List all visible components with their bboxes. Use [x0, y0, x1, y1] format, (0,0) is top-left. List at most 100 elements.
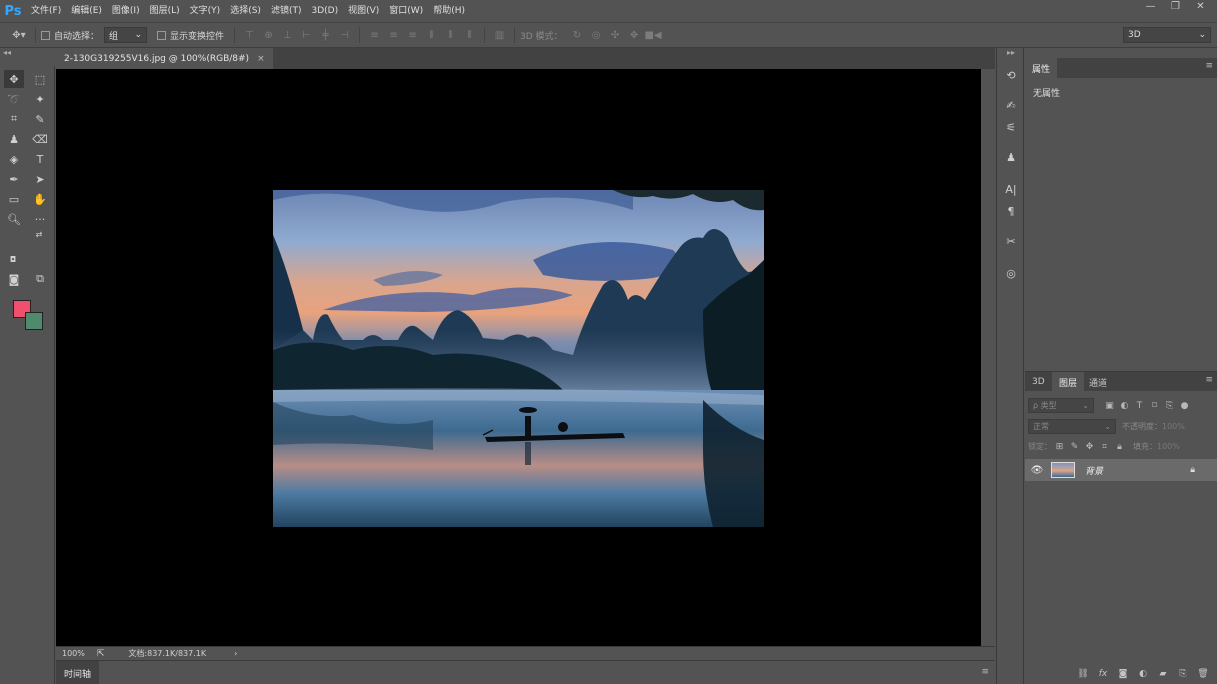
auto-align-icon[interactable]: ▥ [490, 26, 509, 44]
lock-transparent-icon[interactable]: ⊞ [1052, 439, 1067, 454]
tab-layers[interactable]: 图层 [1052, 372, 1085, 392]
auto-select-checkbox[interactable] [41, 30, 50, 40]
eraser-icon[interactable]: ⌫ [30, 130, 50, 148]
distribute-hcenter-icon[interactable]: ⦀ [441, 26, 460, 44]
3d-drag-icon[interactable]: ✣ [606, 26, 625, 44]
menu-file[interactable]: 文件(F) [26, 0, 66, 22]
minimize-button[interactable]: — [1138, 0, 1163, 14]
3d-roll-icon[interactable]: ◎ [587, 26, 606, 44]
align-hcenter-icon[interactable]: ╪ [316, 26, 335, 44]
hand-tool-icon[interactable]: ✋ [30, 190, 50, 208]
show-transform-checkbox[interactable] [157, 30, 167, 40]
align-right-icon[interactable]: ⊣ [335, 26, 354, 44]
menu-layer[interactable]: 图层(L) [145, 0, 185, 22]
3d-rotate-icon[interactable]: ↻ [568, 26, 587, 44]
filter-adjustment-icon[interactable]: ◐ [1117, 398, 1132, 413]
crop-tool-icon[interactable]: ⌗ [4, 110, 24, 128]
delete-layer-icon[interactable]: 🗑︎ [1193, 665, 1213, 683]
filter-toggle-icon[interactable]: ● [1177, 398, 1192, 413]
close-button[interactable]: ✕ [1188, 0, 1213, 14]
close-icon[interactable]: × [257, 54, 265, 64]
lock-all-icon[interactable]: 🔒︎ [1112, 439, 1127, 454]
tab-properties[interactable]: 属性 [1025, 58, 1058, 78]
default-colors-icon[interactable]: ◘ [6, 253, 20, 265]
restore-button[interactable]: ❐ [1163, 0, 1188, 14]
layer-row[interactable]: 👁︎ 背景 🔒︎ [1025, 459, 1217, 481]
3d-slide-icon[interactable]: ✥ [625, 26, 644, 44]
layer-filter-dropdown[interactable]: ρ 类型 ⌄ [1028, 398, 1094, 413]
align-vcenter-icon[interactable]: ⊕ [259, 26, 278, 44]
screen-mode-icon[interactable]: ⧉ [30, 270, 50, 288]
new-layer-icon[interactable]: ⎘ [1173, 665, 1193, 683]
collapse-icon[interactable]: ▸▸ [1007, 48, 1015, 57]
more-tools-icon[interactable]: ··· [30, 210, 50, 228]
menu-view[interactable]: 视图(V) [343, 0, 384, 22]
export-icon[interactable]: ⇱ [97, 649, 105, 659]
layer-name[interactable]: 背景 [1085, 464, 1103, 477]
menu-window[interactable]: 窗口(W) [384, 0, 428, 22]
tab-channels[interactable]: 通道 [1082, 372, 1114, 392]
libraries-icon[interactable]: ◎ [1001, 264, 1021, 282]
menu-edit[interactable]: 编辑(E) [66, 0, 107, 22]
brush-presets-icon[interactable]: ✍ [1001, 96, 1021, 114]
quick-mask-icon[interactable]: ◙ [4, 270, 24, 288]
swap-colors-icon[interactable]: ⇄ [33, 228, 45, 240]
menu-image[interactable]: 图像(I) [107, 0, 145, 22]
clone-source-icon[interactable]: ♟ [1001, 148, 1021, 166]
eyedropper-icon[interactable]: ✎ [30, 110, 50, 128]
fill-value[interactable]: 100% [1157, 442, 1180, 451]
zoom-level[interactable]: 100% [62, 649, 85, 658]
filter-type-icon[interactable]: T [1132, 398, 1147, 413]
auto-select-dropdown[interactable]: 组 ⌄ [104, 27, 148, 43]
lock-pixels-icon[interactable]: ✎ [1067, 439, 1082, 454]
distribute-top-icon[interactable]: ≡ [365, 26, 384, 44]
path-select-icon[interactable]: ➤ [30, 170, 50, 188]
lock-artboard-icon[interactable]: ⌗ [1097, 439, 1112, 454]
add-mask-icon[interactable]: ◙ [1113, 665, 1133, 683]
background-color-swatch[interactable] [25, 312, 43, 330]
auto-select-option[interactable]: 自动选择： [41, 29, 99, 42]
pen-tool-icon[interactable]: ✒ [4, 170, 24, 188]
filter-pixel-icon[interactable]: ▣ [1102, 398, 1117, 413]
distribute-left-icon[interactable]: ⦀ [422, 26, 441, 44]
lock-position-icon[interactable]: ✥ [1082, 439, 1097, 454]
rectangle-tool-icon[interactable]: ▭ [4, 190, 24, 208]
tools-icon[interactable]: ✂ [1001, 232, 1021, 250]
vertical-scrollbar[interactable] [981, 69, 995, 646]
link-layers-icon[interactable]: ⛓ [1073, 665, 1093, 683]
zoom-tool-icon[interactable]: 🔍︎ [4, 210, 24, 228]
menu-help[interactable]: 帮助(H) [428, 0, 470, 22]
stamp-tool-icon[interactable]: ♟ [4, 130, 24, 148]
status-arrow-icon[interactable]: › [234, 649, 237, 658]
panel-menu-icon[interactable]: ≡ [1205, 375, 1213, 385]
magic-wand-icon[interactable]: ✦ [30, 90, 50, 108]
filter-shape-icon[interactable]: ⌑ [1147, 398, 1162, 413]
move-tool-preset-icon[interactable]: ✥▾ [8, 26, 30, 44]
opacity-value[interactable]: 100% [1162, 422, 1185, 431]
distribute-right-icon[interactable]: ⦀ [460, 26, 479, 44]
document-tab[interactable]: 2-130G319255V16.jpg @ 100%(RGB/8#) × [56, 48, 273, 69]
adjustments-icon[interactable]: ⚟ [1001, 118, 1021, 136]
new-group-icon[interactable]: ▰ [1153, 665, 1173, 683]
panel-menu-icon[interactable]: ≡ [981, 667, 989, 677]
blend-mode-dropdown[interactable]: 正常 ⌄ [1028, 419, 1116, 434]
lasso-tool-icon[interactable]: ➰ [4, 90, 24, 108]
timeline-tab[interactable]: 时间轴 [56, 661, 100, 684]
tab-3d[interactable]: 3D [1025, 372, 1052, 392]
align-bottom-icon[interactable]: ⊥ [278, 26, 297, 44]
distribute-bottom-icon[interactable]: ≡ [403, 26, 422, 44]
menu-3d[interactable]: 3D(D) [306, 0, 343, 22]
move-tool-icon[interactable]: ✥ [4, 70, 24, 88]
distribute-vcenter-icon[interactable]: ≡ [384, 26, 403, 44]
layer-style-icon[interactable]: fx [1093, 665, 1113, 683]
menu-select[interactable]: 选择(S) [225, 0, 266, 22]
paint-bucket-icon[interactable]: ◈ [4, 150, 24, 168]
3d-scale-icon[interactable]: ■◀ [644, 26, 663, 44]
panel-menu-icon[interactable]: ≡ [1205, 61, 1213, 71]
history-icon[interactable]: ⟲ [1001, 66, 1021, 84]
type-tool-icon[interactable]: T [30, 150, 50, 168]
filter-smart-icon[interactable]: ⎘ [1162, 398, 1177, 413]
adjustment-layer-icon[interactable]: ◐ [1133, 665, 1153, 683]
align-left-icon[interactable]: ⊢ [297, 26, 316, 44]
menu-type[interactable]: 文字(Y) [185, 0, 226, 22]
